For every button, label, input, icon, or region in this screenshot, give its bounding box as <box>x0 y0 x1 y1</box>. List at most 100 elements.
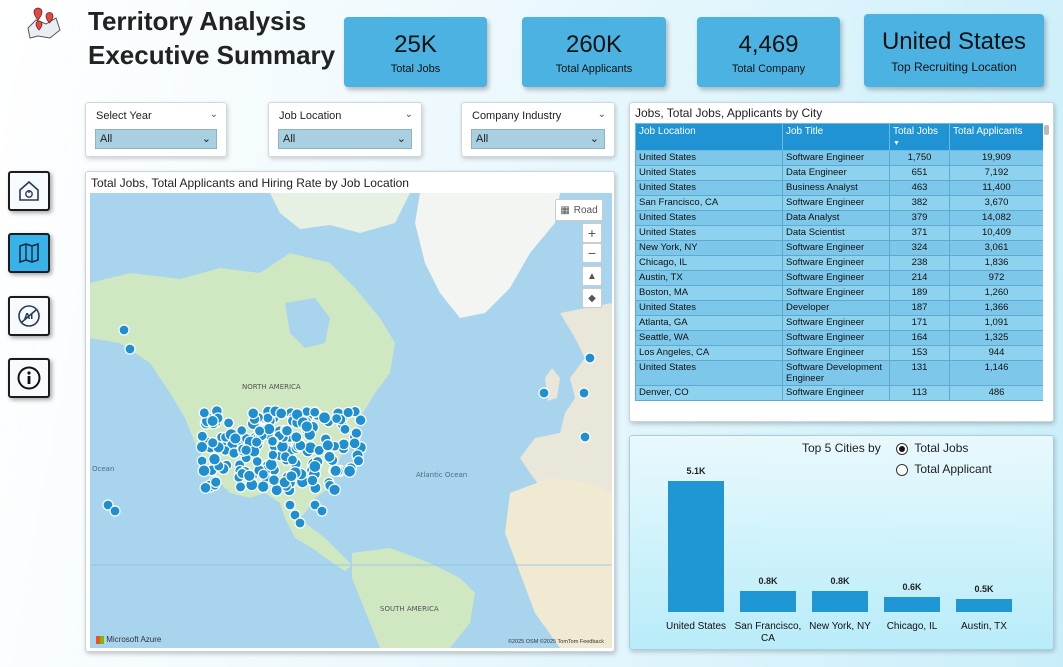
map-canvas[interactable]: NORTH AMERICA SOUTH AMERICA Atlantic Oce… <box>90 193 612 648</box>
map-marker[interactable] <box>196 430 209 443</box>
chevron-down-icon[interactable]: ⌄ <box>210 109 218 120</box>
map-marker[interactable] <box>253 425 266 437</box>
table-row[interactable]: New York, NY Software Engineer 324 3,061 <box>635 240 1043 256</box>
map-marker[interactable] <box>354 414 367 427</box>
map-marker[interactable] <box>339 423 351 435</box>
table-row[interactable]: United States Data Scientist 371 10,409 <box>635 225 1043 241</box>
map-marker[interactable] <box>284 499 296 511</box>
table-scroll-area[interactable]: Job Location Job Title Total Jobs ▼ Tota… <box>635 123 1043 418</box>
col-header-total-jobs[interactable]: Total Jobs ▼ <box>889 123 950 151</box>
col-header-title[interactable]: Job Title <box>782 123 890 151</box>
bar[interactable] <box>956 599 1012 612</box>
nav-ai-button[interactable]: AI <box>8 296 50 336</box>
map-marker[interactable] <box>109 505 121 517</box>
tilt-icon[interactable]: ▲ <box>582 266 602 286</box>
map-marker[interactable] <box>337 438 350 451</box>
map-marker[interactable] <box>328 483 341 497</box>
map-marker[interactable] <box>199 481 212 494</box>
col-header-total-applicants[interactable]: Total Applicants <box>949 123 1043 151</box>
map-marker[interactable] <box>264 458 278 472</box>
map-marker[interactable] <box>306 474 319 487</box>
table-row[interactable]: Boston, MA Software Engineer 189 1,260 <box>635 285 1043 301</box>
map-marker[interactable] <box>240 444 252 456</box>
map-marker[interactable] <box>275 407 288 420</box>
map-marker[interactable] <box>234 481 247 493</box>
map-marker[interactable] <box>309 406 321 418</box>
table-row[interactable]: Atlanta, GA Software Engineer 171 1,091 <box>635 315 1043 331</box>
map-marker[interactable] <box>352 455 365 467</box>
bar[interactable] <box>812 591 868 612</box>
compass-icon[interactable]: ◆ <box>582 288 602 308</box>
job-location-dropdown[interactable]: All ⌄ <box>278 129 412 149</box>
nav-info-button[interactable] <box>8 358 50 398</box>
table-row[interactable]: United States Developer 187 1,366 <box>635 300 1043 316</box>
bar[interactable] <box>740 591 796 612</box>
table-row[interactable]: United States Software Development Engine… <box>635 360 1043 386</box>
map-marker[interactable] <box>348 437 361 450</box>
map-marker[interactable] <box>268 474 280 487</box>
map-marker[interactable] <box>331 412 343 425</box>
map-marker[interactable] <box>538 387 550 399</box>
map-marker[interactable] <box>198 407 210 419</box>
zoom-in-button[interactable]: + <box>582 223 602 243</box>
map-marker[interactable] <box>124 343 136 355</box>
map-marker[interactable] <box>294 517 306 529</box>
map-marker[interactable] <box>229 432 242 445</box>
map-marker[interactable] <box>285 470 298 483</box>
map-marker[interactable] <box>196 455 208 467</box>
table-row[interactable]: United States Data Analyst 379 14,082 <box>635 210 1043 226</box>
nav-home-button[interactable] <box>8 171 50 211</box>
map-marker[interactable] <box>209 476 222 488</box>
table-row[interactable]: Austin, TX Software Engineer 214 972 <box>635 270 1043 286</box>
map-marker[interactable] <box>208 452 221 466</box>
map-marker[interactable] <box>206 437 219 449</box>
table-row[interactable]: San Francisco, CA Software Engineer 382 3,6… <box>635 195 1043 211</box>
map-marker[interactable] <box>222 417 235 429</box>
table-row[interactable]: United States Software Engineer 1,750 19,90… <box>635 150 1043 166</box>
table-row[interactable]: Seattle, WA Software Engineer 164 1,325 <box>635 330 1043 346</box>
map-marker[interactable] <box>266 435 279 447</box>
map-marker[interactable] <box>308 459 322 474</box>
table-row[interactable]: Los Angeles, CA Software Engineer 153 944 <box>635 345 1043 361</box>
map-marker[interactable] <box>290 431 303 444</box>
table-scrollbar[interactable] <box>1044 125 1049 135</box>
map-marker[interactable] <box>262 422 276 436</box>
map-marker[interactable] <box>579 431 591 443</box>
map-marker[interactable] <box>250 436 263 448</box>
map-marker[interactable] <box>343 464 357 478</box>
map-marker[interactable] <box>578 387 590 399</box>
map-attribution[interactable]: ©2025 OSM ©2025 TomTom Feedback <box>508 639 604 645</box>
chevron-down-icon[interactable]: ⌄ <box>598 109 606 120</box>
map-marker[interactable] <box>281 424 293 437</box>
map-marker[interactable] <box>321 439 335 452</box>
table-row[interactable]: United States Data Engineer 651 7,192 <box>635 165 1043 181</box>
map-marker[interactable] <box>323 450 336 463</box>
zoom-out-button[interactable]: − <box>582 243 602 263</box>
map-marker[interactable] <box>350 427 363 439</box>
company-industry-dropdown[interactable]: All ⌄ <box>471 129 605 149</box>
table-row[interactable]: Chicago, IL Software Engineer 238 1,836 <box>635 255 1043 271</box>
map-marker[interactable] <box>118 324 130 336</box>
bar[interactable] <box>668 481 724 612</box>
map-marker[interactable] <box>251 455 263 467</box>
map-marker[interactable] <box>584 352 596 364</box>
map-marker[interactable] <box>316 505 328 517</box>
map-marker[interactable] <box>257 468 270 480</box>
chevron-down-icon[interactable]: ⌄ <box>405 109 413 120</box>
map-marker[interactable] <box>197 464 211 478</box>
map-marker[interactable] <box>286 454 299 466</box>
table-row[interactable]: United States Business Analyst 463 11,400 <box>635 180 1043 196</box>
nav-map-button[interactable] <box>8 233 50 273</box>
col-header-location[interactable]: Job Location <box>635 123 783 151</box>
year-dropdown[interactable]: All ⌄ <box>95 129 217 149</box>
map-marker[interactable] <box>329 464 342 478</box>
map-marker[interactable] <box>256 480 270 494</box>
map-marker[interactable] <box>195 440 209 454</box>
bar[interactable] <box>884 596 940 612</box>
map-marker[interactable] <box>242 469 256 483</box>
map-style-button[interactable]: ▦ Road <box>555 199 603 221</box>
map-marker[interactable] <box>206 414 219 428</box>
map-marker[interactable] <box>247 407 260 420</box>
map-marker[interactable] <box>317 411 332 425</box>
table-row[interactable]: Denver, CO Software Engineer 113 486 <box>635 385 1043 401</box>
